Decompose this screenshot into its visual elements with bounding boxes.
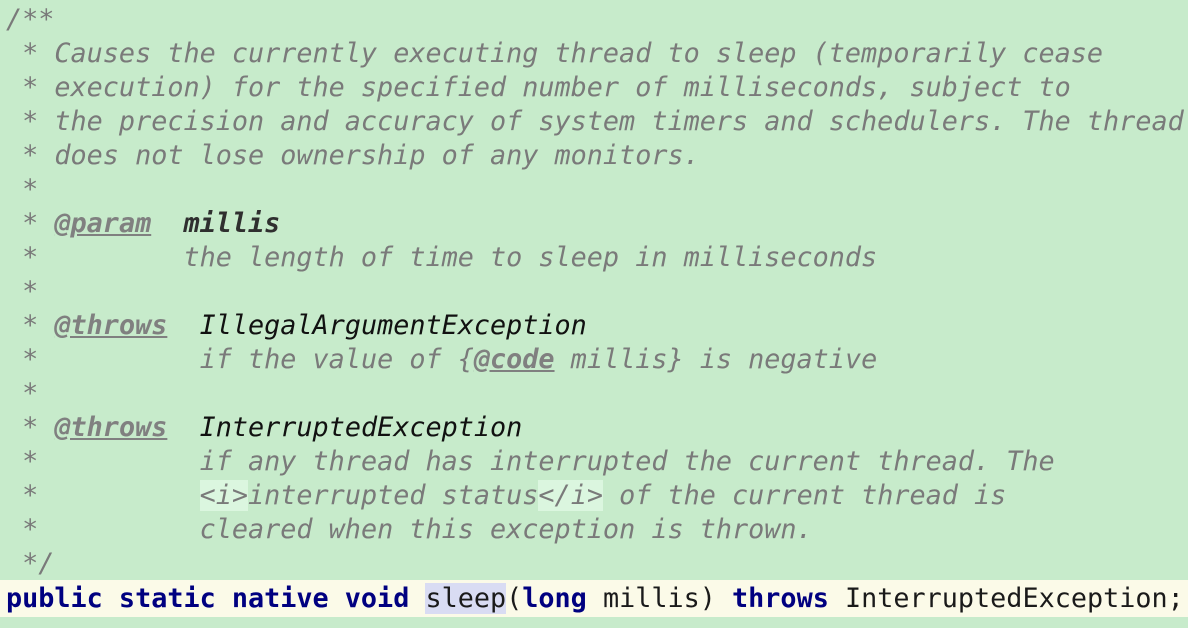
javadoc-throws1-desc: * if the value of {@code millis} is nega… (6, 343, 877, 377)
javadoc-blank-1: * (6, 174, 39, 205)
javadoc-throws2-desc-1: * if any thread has interrupted the curr… (6, 445, 1055, 479)
throws2-desc-1: if any thread has interrupted the curren… (199, 446, 1055, 477)
javadoc-throws2-desc-3: * cleared when this exception is thrown. (6, 513, 813, 547)
star-prefix: * (6, 344, 200, 375)
html-i-close-tag: </i> (538, 480, 603, 511)
javadoc-desc-line-1: * Causes the currently executing thread … (6, 38, 1104, 69)
javadoc-blank-2: * (6, 276, 39, 307)
javadoc-blank-3: * (6, 378, 39, 409)
javadoc-throws2-desc-2: * <i>interrupted status</i> of the curre… (6, 479, 1006, 513)
javadoc-open: /** (6, 4, 55, 35)
paren-open: ( (506, 583, 523, 614)
star-prefix: * (6, 412, 55, 443)
throws1-desc-pre: if the value of { (199, 344, 474, 375)
throws1-type: IllegalArgumentException (199, 310, 587, 341)
star-prefix: * (6, 480, 200, 511)
throws-tag: @throws (54, 310, 168, 341)
javadoc-desc-line-2: * execution) for the specified number of… (6, 72, 1071, 103)
javadoc-close: */ (6, 548, 55, 579)
javadoc-throws1-line: * @throws IllegalArgumentException (6, 309, 587, 343)
throws1-desc-post: millis} is negative (554, 344, 878, 375)
javadoc-param-line: * @param millis (6, 207, 280, 241)
javadoc-throws2-line: * @throws InterruptedException (6, 411, 522, 445)
param-tag: @param (54, 208, 152, 239)
code-tag: @code (473, 344, 555, 375)
javadoc-desc-line-3: * the precision and accuracy of system t… (6, 106, 1184, 137)
star-prefix: * (6, 208, 55, 239)
param-description: the length of time to sleep in milliseco… (183, 242, 878, 273)
javadoc-desc-line-4: * does not lose ownership of any monitor… (6, 140, 700, 171)
throws2-desc-3: cleared when this exception is thrown. (199, 514, 813, 545)
javadoc-param-desc: * the length of time to sleep in millise… (6, 241, 877, 275)
throws2-type: InterruptedException (199, 412, 523, 443)
method-signature-line[interactable]: public static native void sleep(long mil… (0, 580, 1188, 617)
param-type-keyword: long (522, 583, 587, 614)
param-name-code: millis) (586, 583, 733, 614)
star-prefix: * (6, 514, 200, 545)
modifiers-keywords: public static native void (6, 583, 410, 614)
star-prefix: * (6, 310, 55, 341)
method-name[interactable]: sleep (425, 583, 507, 614)
code-editor[interactable]: /** * Causes the currently executing thr… (0, 0, 1188, 628)
throws-tag: @throws (54, 412, 168, 443)
throws-keyword: throws (732, 583, 829, 614)
interrupted-status-text: interrupted status (248, 480, 539, 511)
star-prefix: * (6, 446, 200, 477)
star-prefix: * (6, 242, 184, 273)
throws2-desc-2-post: of the current thread is (602, 480, 1007, 511)
param-name: millis (183, 208, 281, 239)
exception-type[interactable]: InterruptedException; (829, 583, 1184, 614)
html-i-open-tag: <i> (199, 480, 249, 511)
